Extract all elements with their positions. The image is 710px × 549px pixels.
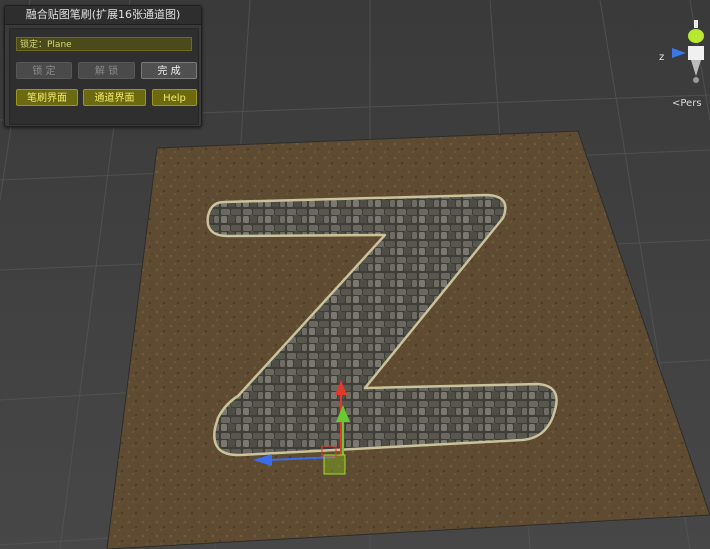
blend-brush-panel: 融合贴图笔刷(扩展16张通道图) 锁定：Plane 锁 定 解 锁 完 成 笔刷… — [4, 5, 202, 127]
gizmo-center-cube[interactable] — [688, 46, 704, 60]
done-button[interactable]: 完 成 — [141, 62, 197, 79]
gizmo-top-peg — [694, 20, 698, 28]
gizmo-y-cone[interactable] — [688, 29, 704, 43]
lock-button[interactable]: 锁 定 — [16, 62, 72, 79]
gizmo-bottom-dot — [693, 77, 699, 83]
panel-body: 锁定：Plane 锁 定 解 锁 完 成 笔刷界面 通道界面 Help — [9, 28, 199, 125]
unlock-button[interactable]: 解 锁 — [78, 62, 135, 79]
locked-object-field: 锁定：Plane — [16, 37, 192, 51]
panel-title: 融合贴图笔刷(扩展16张通道图) — [5, 6, 201, 25]
gizmo-z-label: z — [659, 52, 664, 63]
help-button[interactable]: Help — [152, 89, 197, 106]
gizmo-plane-handle[interactable] — [323, 454, 346, 475]
channel-ui-button[interactable]: 通道界面 — [83, 89, 146, 106]
brush-ui-button[interactable]: 笔刷界面 — [16, 89, 78, 106]
perspective-label[interactable]: <Pers — [672, 98, 702, 109]
